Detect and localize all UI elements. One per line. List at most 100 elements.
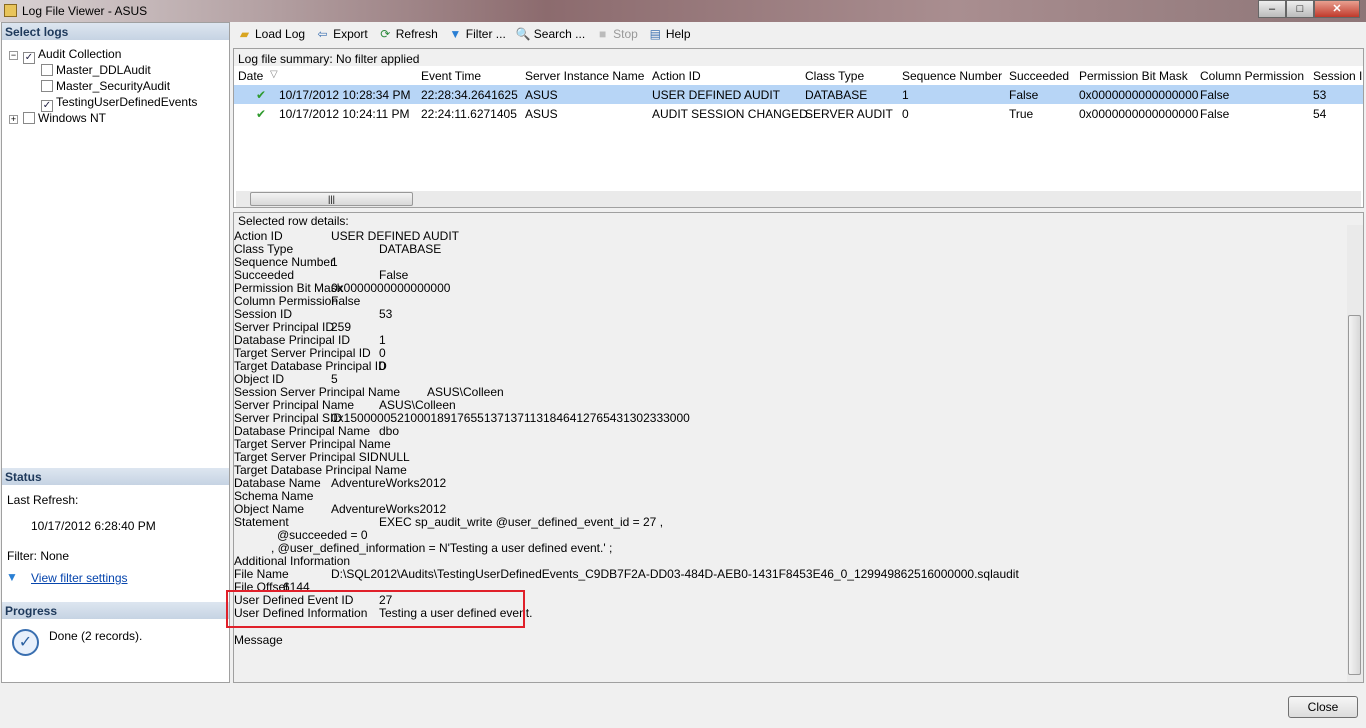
toolbar-search-button[interactable]: 🔍 Search ... [514, 25, 587, 43]
column-header[interactable]: Date [238, 69, 263, 83]
minimize-button[interactable]: – [1258, 0, 1286, 18]
table-cell: 10/17/2012 10:24:11 PM [279, 107, 410, 121]
expand-icon[interactable]: + [9, 115, 18, 124]
column-header[interactable]: Session ID [1313, 69, 1363, 83]
detail-label: Succeeded [234, 268, 295, 282]
table-cell: 22:28:34.2641625 [421, 88, 518, 102]
column-header[interactable]: Event Time [421, 69, 481, 83]
button-label: Refresh [395, 27, 438, 41]
toolbar-filter-button[interactable]: ▼ Filter ... [446, 25, 508, 43]
detail-label: Target Server Principal Name [234, 437, 391, 451]
tree-item-1[interactable]: Master_DDLAudit [41, 62, 151, 78]
button-label: Help [665, 27, 691, 41]
filter-status: Filter: None [7, 549, 70, 563]
toolbar-help-button[interactable]: ▤ Help [646, 25, 693, 43]
table-row[interactable]: ✔ 10/17/2012 10:28:34 PM 22:28:34.2641625 A… [234, 85, 1363, 104]
vertical-scrollbar[interactable] [1347, 225, 1363, 682]
checkbox[interactable]: ✓ [23, 52, 35, 64]
tree-item-2[interactable]: Master_SecurityAudit [41, 78, 170, 94]
close-button[interactable]: Close [1288, 696, 1358, 718]
detail-label: Target Server Principal ID [234, 346, 371, 360]
log-summary: Log file summary: No filter applied [234, 49, 1363, 66]
button-label: Load Log [255, 27, 306, 41]
folder-icon: ▰ [239, 27, 250, 41]
tree-item-label: Master_DDLAudit [56, 63, 151, 77]
checkbox[interactable] [41, 64, 53, 76]
tree-item-label: TestingUserDefinedEvents [56, 95, 198, 109]
close-window-button[interactable]: ✕ [1314, 0, 1360, 18]
checkbox[interactable] [23, 112, 35, 124]
detail-label: Column Permission [234, 294, 339, 308]
button-label: Filter ... [465, 27, 506, 41]
last-refresh-value: 10/17/2012 6:28:40 PM [31, 519, 156, 533]
button-label: Stop [613, 27, 638, 41]
scroll-thumb[interactable] [1348, 315, 1361, 675]
table-cell: 1 [902, 88, 909, 102]
button-label: Export [333, 27, 368, 41]
sort-icon[interactable]: ▽ [270, 69, 278, 80]
tree-item-4[interactable]: + Windows NT [9, 110, 106, 126]
log-grid: Log file summary: No filter applied Date… [233, 48, 1364, 208]
column-header[interactable]: Succeeded [1009, 69, 1069, 83]
table-cell: ASUS [525, 88, 558, 102]
toolbar-loadlog-button[interactable]: ▰ Load Log [235, 25, 307, 43]
status-header: Status [2, 468, 229, 485]
scroll-thumb[interactable]: ||| [250, 192, 413, 206]
detail-value: EXEC sp_audit_write @user_defined_event_… [379, 515, 664, 529]
table-cell: 22:24:11.6271405 [421, 107, 517, 121]
check-icon: ✔ [256, 88, 267, 102]
stop-icon: ■ [599, 27, 607, 41]
column-header[interactable]: Server Instance Name [525, 69, 644, 83]
detail-label: Server Principal Name [234, 398, 355, 412]
detail-label: Database Principal Name [234, 424, 371, 438]
table-cell: SERVER AUDIT [805, 107, 893, 121]
table-cell: 53 [1313, 88, 1327, 102]
table-cell: True [1009, 107, 1034, 121]
left-panel: Select logs − ✓ Audit Collection Master_DDL… [1, 22, 230, 683]
detail-label: Statement [234, 515, 289, 529]
table-cell: USER DEFINED AUDIT [652, 88, 781, 102]
toolbar-stop-button[interactable]: ■ Stop [593, 25, 640, 43]
detail-label: Session ID [234, 307, 293, 321]
expand-icon[interactable]: − [9, 51, 18, 60]
column-header[interactable]: Class Type [805, 69, 864, 83]
message-label: Message [234, 633, 283, 647]
detail-label: Target Database Principal ID [234, 359, 387, 373]
tree-item-label: Audit Collection [38, 47, 122, 61]
column-header[interactable]: Column Permission [1200, 69, 1304, 83]
window-title: Log File Viewer - ASUS [22, 4, 148, 18]
toolbar-refresh-button[interactable]: ⟳ Refresh [376, 25, 440, 43]
table-cell: AUDIT SESSION CHANGED [652, 107, 808, 121]
column-header[interactable]: Sequence Number [902, 69, 1002, 83]
table-cell: 0x0000000000000000 [1079, 88, 1199, 102]
detail-value: AdventureWorks2012 [331, 476, 447, 490]
detail-label: Sequence Number [234, 255, 335, 269]
table-cell: False [1009, 88, 1039, 102]
export-icon: ⇦ [317, 27, 328, 41]
view-filter-settings-link[interactable]: View filter settings [31, 571, 128, 585]
table-row[interactable]: ✔ 10/17/2012 10:24:11 PM 22:24:11.6271405 A… [234, 104, 1363, 123]
checkbox[interactable] [41, 80, 53, 92]
detail-label: Server Principal ID [234, 320, 335, 334]
filter-icon: ▼ [6, 570, 18, 584]
table-cell: ASUS [525, 107, 558, 121]
column-header[interactable]: Permission Bit Mask [1079, 69, 1188, 83]
table-cell: DATABASE [805, 88, 868, 102]
details-title: Selected row details: [238, 214, 349, 228]
highlight-box [226, 590, 525, 628]
grid-header: Date ▽ Event Time Server Instance Name Actio… [234, 67, 1363, 86]
tree-item-3[interactable]: ✓ TestingUserDefinedEvents [41, 94, 198, 112]
table-cell: False [1200, 88, 1230, 102]
button-label: Search ... [533, 27, 586, 41]
detail-label: Database Principal ID [234, 333, 351, 347]
column-header[interactable]: Action ID [652, 69, 701, 83]
progress-header: Progress [2, 602, 229, 619]
tree-item-0[interactable]: − ✓ Audit Collection [9, 46, 122, 64]
maximize-button[interactable]: □ [1286, 0, 1314, 18]
detail-label: Session Server Principal Name [234, 385, 401, 399]
toolbar-export-button[interactable]: ⇦ Export [313, 25, 370, 43]
horizontal-scrollbar[interactable]: ||| [236, 191, 1361, 207]
table-cell: 10/17/2012 10:28:34 PM [279, 88, 411, 102]
detail-value: D:\SQL2012\Audits\TestingUserDefinedEven… [331, 567, 1019, 581]
filter-icon: ▼ [449, 27, 462, 41]
